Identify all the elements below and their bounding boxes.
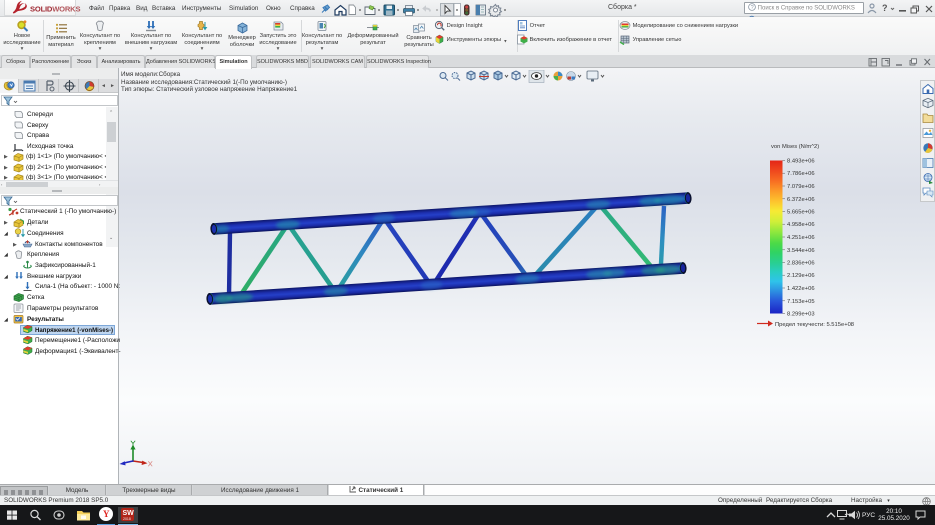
svg-text:5.665e+06: 5.665e+06 xyxy=(787,210,815,216)
svg-text:7.786e+06: 7.786e+06 xyxy=(787,171,815,177)
svg-text:2.836e+06: 2.836e+06 xyxy=(787,261,815,267)
svg-text:?: ? xyxy=(751,5,754,11)
svg-text:7.153e+05: 7.153e+05 xyxy=(787,299,815,305)
svg-text:2.129e+06: 2.129e+06 xyxy=(787,273,815,279)
svg-text:SOLIDWORKS: SOLIDWORKS xyxy=(30,5,80,14)
svg-text:3.544e+06: 3.544e+06 xyxy=(787,248,815,254)
svg-text:4.251e+06: 4.251e+06 xyxy=(787,235,815,241)
svg-text:4.958e+06: 4.958e+06 xyxy=(787,222,815,228)
svg-text:8.299e+03: 8.299e+03 xyxy=(787,312,815,318)
svg-text:1.422e+06: 1.422e+06 xyxy=(787,286,815,292)
svg-text:von Mises (N/m^2): von Mises (N/m^2) xyxy=(771,144,819,150)
svg-text:8.493e+06: 8.493e+06 xyxy=(787,159,815,165)
svg-text:6.372e+06: 6.372e+06 xyxy=(787,197,815,203)
svg-text:Предел текучести: 5.515e+08: Предел текучести: 5.515e+08 xyxy=(775,322,854,328)
svg-text:?: ? xyxy=(882,3,888,13)
svg-text:7.079e+06: 7.079e+06 xyxy=(787,184,815,190)
